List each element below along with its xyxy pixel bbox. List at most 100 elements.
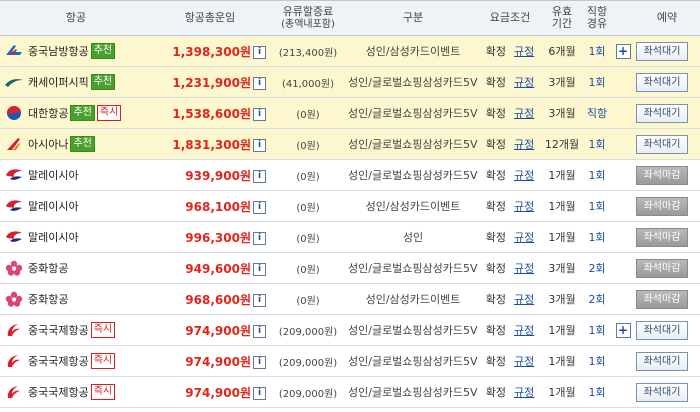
airline-cell: 캐세이퍼시픽 추천 bbox=[0, 66, 152, 98]
reserve-cell: 좌석대기 bbox=[634, 376, 700, 408]
asiana-icon bbox=[4, 136, 24, 152]
seat-wait-button[interactable]: 좌석대기 bbox=[636, 382, 688, 402]
total-price: 939,900원 bbox=[185, 168, 251, 183]
air-china-icon bbox=[4, 322, 24, 338]
plus-cell bbox=[612, 345, 634, 377]
total-price: 1,231,900원 bbox=[172, 75, 251, 90]
reserve-cell: 좌석대기 bbox=[634, 345, 700, 377]
fare-rule-link[interactable]: 규정 bbox=[514, 45, 534, 58]
fare-condition: 확정 규정 bbox=[478, 97, 542, 129]
seat-wait-button[interactable]: 좌석대기 bbox=[636, 41, 688, 61]
fare-rule-link[interactable]: 규정 bbox=[514, 324, 534, 337]
plus-icon[interactable]: + bbox=[615, 43, 631, 59]
fare-kind: 성인/삼성카드이벤트 bbox=[348, 190, 478, 222]
seat-wait-button[interactable]: 좌석대기 bbox=[636, 320, 688, 340]
price-info-icon[interactable]: i bbox=[253, 293, 266, 307]
fare-rule-link[interactable]: 규정 bbox=[514, 169, 534, 182]
total-price: 974,900원 bbox=[185, 354, 251, 369]
total-price: 1,398,300원 bbox=[172, 44, 251, 59]
fare-status: 확정 bbox=[485, 169, 506, 182]
korean-air-icon bbox=[4, 105, 24, 121]
plus-cell bbox=[612, 252, 634, 284]
fare-rule-link[interactable]: 규정 bbox=[514, 76, 534, 89]
fare-rule-link[interactable]: 규정 bbox=[514, 231, 534, 244]
airline-cell: 말레이시아 bbox=[0, 159, 152, 191]
table-row: 말레이시아 996,300원 i (0원) 성인 확정 규정 1개월 1회 좌석마감 bbox=[0, 221, 700, 253]
fare-rule-link[interactable]: 규정 bbox=[514, 138, 534, 151]
fare-kind: 성인/글로벌쇼핑삼성카드5V2 bbox=[348, 376, 478, 408]
reserve-cell: 좌석대기 bbox=[634, 314, 700, 346]
validity-period: 6개월 bbox=[542, 35, 582, 67]
total-price: 968,100원 bbox=[185, 199, 251, 214]
reserve-cell: 좌석마감 bbox=[634, 190, 700, 222]
price-info-icon[interactable]: i bbox=[253, 324, 266, 338]
plus-icon[interactable]: + bbox=[615, 322, 631, 338]
price-info-icon[interactable]: i bbox=[253, 45, 266, 59]
validity-period: 1개월 bbox=[542, 376, 582, 408]
fare-status: 확정 bbox=[485, 76, 506, 89]
fare-rule-link[interactable]: 규정 bbox=[514, 200, 534, 213]
validity-period: 3개월 bbox=[542, 97, 582, 129]
price-cell: 1,538,600원 i bbox=[152, 97, 268, 129]
plus-cell: + bbox=[612, 35, 634, 67]
airline-name: 중국국제항공 bbox=[28, 386, 89, 399]
china-southern-icon bbox=[4, 43, 24, 59]
fare-rule-link[interactable]: 규정 bbox=[514, 386, 534, 399]
table-row: 중화항공 949,600원 i (0원) 성인/글로벌쇼핑삼성카드5V2 확정 규정… bbox=[0, 252, 700, 284]
table-row: 말레이시아 968,100원 i (0원) 성인/삼성카드이벤트 확정 규정 1개월… bbox=[0, 190, 700, 222]
fare-status: 확정 bbox=[485, 45, 506, 58]
fare-rule-link[interactable]: 규정 bbox=[514, 355, 534, 368]
seat-wait-button[interactable]: 좌석대기 bbox=[636, 103, 688, 123]
fare-table: 항공 항공총운임 유류할증료 (총액내포함) 구분 요금조건 유효 기간 직항 경유 … bbox=[0, 0, 700, 408]
fare-status: 확정 bbox=[485, 138, 506, 151]
header-plus bbox=[612, 0, 634, 36]
fare-rule-link[interactable]: 규정 bbox=[514, 262, 534, 275]
total-price: 1,538,600원 bbox=[172, 106, 251, 121]
price-info-icon[interactable]: i bbox=[253, 138, 266, 152]
china-airlines-icon bbox=[4, 260, 24, 276]
fare-status: 확정 bbox=[485, 262, 506, 275]
fare-rule-link[interactable]: 규정 bbox=[514, 107, 534, 120]
price-info-icon[interactable]: i bbox=[253, 200, 266, 214]
airline-cell: 대한항공 추천 즉시 bbox=[0, 97, 152, 129]
fare-condition: 확정 규정 bbox=[478, 159, 542, 191]
airline-cell: 말레이시아 bbox=[0, 190, 152, 222]
price-cell: 949,600원 i bbox=[152, 252, 268, 284]
fuel-surcharge: (209,000원) bbox=[268, 314, 348, 346]
price-info-icon[interactable]: i bbox=[253, 169, 266, 183]
plus-cell bbox=[612, 221, 634, 253]
price-cell: 974,900원 i bbox=[152, 376, 268, 408]
air-china-icon bbox=[4, 353, 24, 369]
air-china-icon bbox=[4, 384, 24, 400]
recommend-badge: 추천 bbox=[90, 43, 116, 59]
price-info-icon[interactable]: i bbox=[253, 355, 266, 369]
fare-condition: 확정 규정 bbox=[478, 252, 542, 284]
price-info-icon[interactable]: i bbox=[253, 107, 266, 121]
instant-badge: 즉시 bbox=[96, 105, 122, 121]
seat-wait-button[interactable]: 좌석대기 bbox=[636, 134, 688, 154]
reserve-cell: 좌석대기 bbox=[634, 35, 700, 67]
validity-period: 3개월 bbox=[542, 283, 582, 315]
reserve-cell: 좌석마감 bbox=[634, 221, 700, 253]
header-direct: 직항 경유 bbox=[582, 0, 612, 36]
price-info-icon[interactable]: i bbox=[253, 76, 266, 90]
table-header-row: 항공 항공총운임 유류할증료 (총액내포함) 구분 요금조건 유효 기간 직항 경유 … bbox=[0, 0, 700, 36]
price-info-icon[interactable]: i bbox=[253, 262, 266, 276]
seat-wait-button[interactable]: 좌석대기 bbox=[636, 72, 688, 92]
fare-kind: 성인/글로벌쇼핑삼성카드5V2 bbox=[348, 128, 478, 160]
fare-condition: 확정 규정 bbox=[478, 376, 542, 408]
reserve-cell: 좌석마감 bbox=[634, 252, 700, 284]
fare-status: 확정 bbox=[485, 231, 506, 244]
fuel-surcharge: (213,400원) bbox=[268, 35, 348, 67]
header-valid-line2: 기간 bbox=[551, 17, 573, 30]
total-price: 974,900원 bbox=[185, 385, 251, 400]
price-info-icon[interactable]: i bbox=[253, 231, 266, 245]
fare-rule-link[interactable]: 규정 bbox=[514, 293, 534, 306]
seat-wait-button[interactable]: 좌석대기 bbox=[636, 351, 688, 371]
plus-cell bbox=[612, 128, 634, 160]
fuel-surcharge: (209,000원) bbox=[268, 376, 348, 408]
price-info-icon[interactable]: i bbox=[253, 386, 266, 400]
fare-condition: 확정 규정 bbox=[478, 128, 542, 160]
airline-name: 말레이시아 bbox=[28, 169, 79, 182]
fuel-surcharge: (0원) bbox=[268, 283, 348, 315]
